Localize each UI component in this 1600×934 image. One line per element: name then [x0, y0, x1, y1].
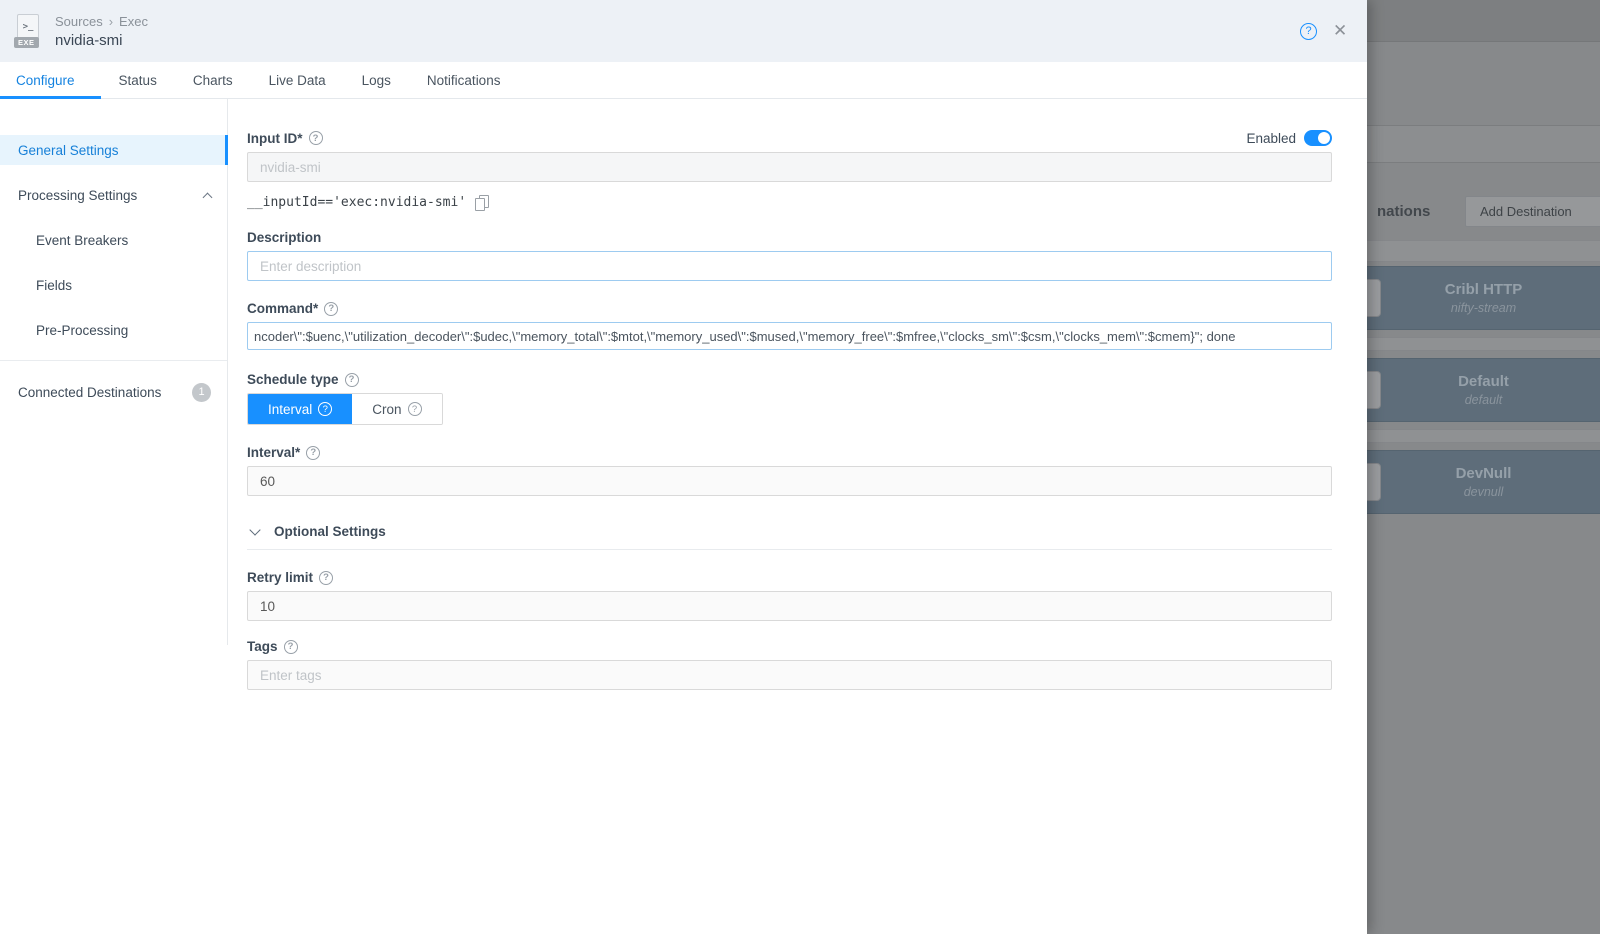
background-row [1367, 240, 1600, 262]
background-row [1367, 337, 1600, 351]
drawer-header: >_ EXE Sources › Exec nvidia-smi [0, 0, 1367, 62]
breadcrumb-sources[interactable]: Sources [55, 14, 103, 29]
schedule-type-segmented: Interval Cron [247, 393, 443, 425]
destination-subtitle: default [1465, 393, 1503, 407]
page-title: nvidia-smi [55, 32, 148, 49]
destination-subtitle: nifty-stream [1451, 301, 1516, 315]
enabled-toggle[interactable] [1304, 130, 1332, 146]
tab-bar: Configure Status Charts Live Data Logs N… [0, 62, 1367, 99]
tab-status[interactable]: Status [101, 62, 175, 98]
input-id-field [247, 152, 1332, 182]
retry-limit-input[interactable] [247, 591, 1332, 621]
destination-card-devnull: DevNull devnull [1367, 450, 1600, 514]
sidebar-item-label: Pre-Processing [36, 323, 128, 338]
chevron-down-icon [249, 524, 260, 535]
tab-notifications[interactable]: Notifications [409, 62, 519, 98]
terminal-icon: >_ [17, 14, 39, 39]
retry-limit-label: Retry limit [247, 570, 1332, 585]
help-icon[interactable] [309, 131, 323, 145]
sidebar-item-pre-processing[interactable]: Pre-Processing [0, 315, 227, 345]
help-icon[interactable] [284, 640, 298, 654]
breadcrumb-exec[interactable]: Exec [119, 14, 148, 29]
header-icons [1300, 23, 1349, 40]
interval-label: Interval* [247, 445, 1332, 460]
sidebar-item-label: Event Breakers [36, 233, 128, 248]
breadcrumb: Sources › Exec [55, 14, 148, 29]
header-text: Sources › Exec nvidia-smi [55, 14, 148, 49]
tags-label: Tags [247, 639, 1332, 654]
help-icon[interactable] [318, 402, 332, 416]
sidebar-item-connected-destinations[interactable]: Connected Destinations 1 [0, 377, 227, 407]
help-icon[interactable] [345, 373, 359, 387]
copy-icon[interactable] [475, 195, 488, 210]
destination-card-default: Default default [1367, 358, 1600, 422]
add-destination-button: Add Destination [1465, 196, 1600, 227]
source-config-drawer: >_ EXE Sources › Exec nvidia-smi Configu… [0, 0, 1367, 934]
input-id-expression: __inputId=='exec:nvidia-smi' [247, 195, 466, 210]
tags-input[interactable] [247, 660, 1332, 690]
count-badge: 1 [192, 383, 211, 402]
optional-settings-label: Optional Settings [274, 524, 386, 539]
dimmed-background: nations Add Destination Cribl HTTP nifty… [1367, 0, 1600, 934]
destination-title: DevNull [1456, 465, 1512, 482]
sidebar-item-general-settings[interactable]: General Settings [0, 135, 227, 165]
breadcrumb-separator: › [109, 14, 113, 29]
screen: nations Add Destination Cribl HTTP nifty… [0, 0, 1600, 934]
schedule-type-label: Schedule type [247, 372, 1332, 387]
background-band [1367, 125, 1600, 163]
command-input[interactable] [247, 322, 1332, 350]
sidebar-item-fields[interactable]: Fields [0, 270, 227, 300]
description-input[interactable] [247, 251, 1332, 281]
help-icon[interactable] [319, 571, 333, 585]
destination-port-chip [1367, 371, 1381, 409]
help-icon[interactable] [324, 302, 338, 316]
sidebar-item-event-breakers[interactable]: Event Breakers [0, 225, 227, 255]
input-id-row: Input ID* Enabled [247, 130, 1332, 146]
enabled-control: Enabled [1246, 130, 1332, 146]
sidebar-divider [0, 360, 227, 361]
schedule-option-interval[interactable]: Interval [248, 394, 352, 424]
help-icon[interactable] [408, 402, 422, 416]
close-icon[interactable] [1333, 23, 1349, 39]
help-icon[interactable] [306, 446, 320, 460]
exe-badge: EXE [14, 37, 39, 48]
sidebar-item-label: General Settings [18, 143, 119, 158]
input-id-expression-row: __inputId=='exec:nvidia-smi' [247, 195, 1332, 210]
destination-card-cribl-http: Cribl HTTP nifty-stream [1367, 266, 1600, 330]
destinations-heading: nations [1377, 203, 1430, 220]
destination-title: Cribl HTTP [1445, 281, 1523, 298]
settings-sidebar: General Settings Processing Settings Eve… [0, 99, 228, 645]
destination-title: Default [1458, 373, 1509, 390]
exec-source-icon: >_ EXE [14, 14, 40, 48]
destination-subtitle: devnull [1464, 485, 1504, 499]
sidebar-item-label: Processing Settings [18, 188, 137, 203]
chevron-up-icon [203, 192, 213, 202]
command-label: Command* [247, 301, 1332, 316]
destinations-header-row: nations Add Destination [1377, 196, 1600, 227]
input-id-label: Input ID* [247, 131, 323, 146]
general-settings-form: Input ID* Enabled __inputId=='exec:nvidi… [247, 99, 1332, 690]
destination-port-chip [1367, 279, 1381, 317]
tab-configure[interactable]: Configure [0, 62, 101, 98]
sidebar-item-label: Connected Destinations [18, 385, 161, 400]
sidebar-item-processing-settings[interactable]: Processing Settings [0, 180, 227, 210]
schedule-option-cron[interactable]: Cron [352, 394, 441, 424]
interval-input[interactable] [247, 466, 1332, 496]
sidebar-item-label: Fields [36, 278, 72, 293]
enabled-label: Enabled [1246, 131, 1296, 146]
optional-settings-toggle[interactable]: Optional Settings [247, 524, 1332, 550]
tab-live-data[interactable]: Live Data [251, 62, 344, 98]
help-icon[interactable] [1300, 23, 1317, 40]
background-row [1367, 429, 1600, 443]
destination-port-chip [1367, 463, 1381, 501]
tab-logs[interactable]: Logs [344, 62, 409, 98]
tab-charts[interactable]: Charts [175, 62, 251, 98]
description-label: Description [247, 230, 1332, 245]
background-topbar [1367, 0, 1600, 42]
